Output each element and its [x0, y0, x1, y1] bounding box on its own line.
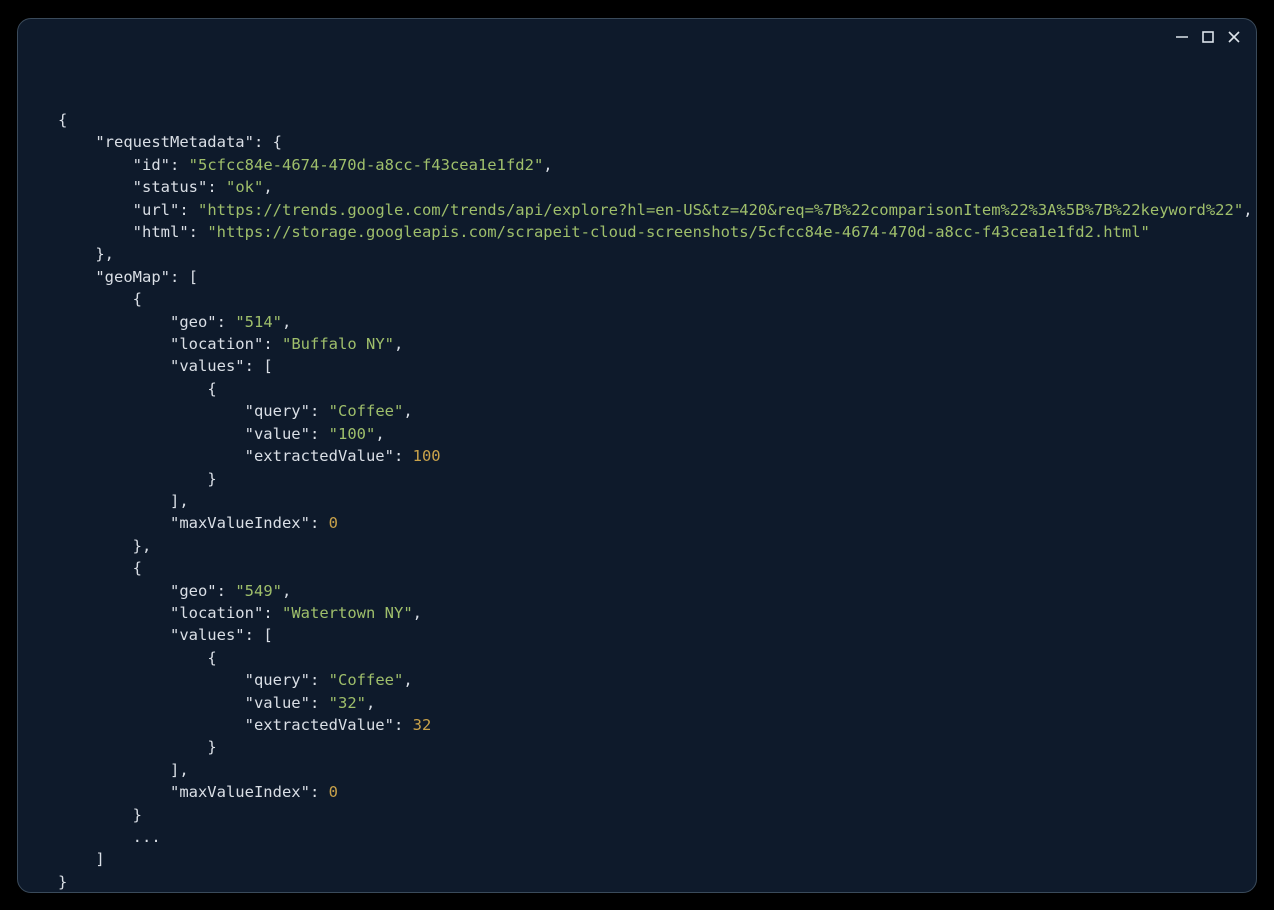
maximize-icon[interactable]	[1200, 29, 1216, 45]
window-titlebar	[1174, 29, 1242, 45]
minimize-icon[interactable]	[1174, 29, 1190, 45]
close-icon[interactable]	[1226, 29, 1242, 45]
terminal-window: { "requestMetadata": { "id": "5cfcc84e-4…	[17, 18, 1257, 893]
json-output: { "requestMetadata": { "id": "5cfcc84e-4…	[58, 109, 1253, 893]
